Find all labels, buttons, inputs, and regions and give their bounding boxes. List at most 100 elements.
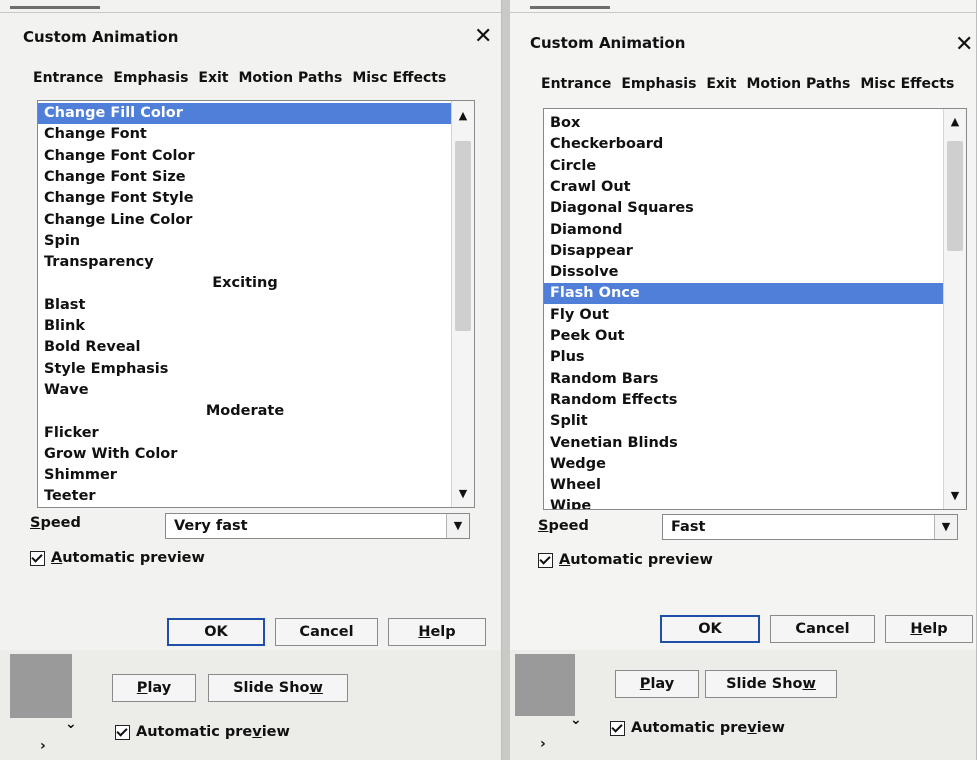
list-item[interactable]: Change Font <box>38 124 452 145</box>
list-group-header: Exciting <box>212 275 278 292</box>
automatic-preview-checkbox[interactable]: Automatic preview <box>30 550 205 566</box>
automatic-preview-checkbox[interactable]: Automatic preview <box>538 552 713 568</box>
list-item[interactable]: Blast <box>38 295 452 316</box>
custom-animation-dialog-emphasis: Custom Animation ✕ Entrance Emphasis Exi… <box>0 0 502 760</box>
list-scrollbar[interactable]: ▲ ▼ <box>943 109 966 509</box>
tab-exit[interactable]: Exit <box>703 76 739 92</box>
list-item[interactable]: Diamond <box>544 220 944 241</box>
scroll-up-icon[interactable]: ▲ <box>452 107 474 125</box>
chevron-down-icon[interactable]: ▼ <box>934 515 957 539</box>
play-button[interactable]: Play <box>112 674 196 702</box>
list-item[interactable]: Change Font Color <box>38 146 452 167</box>
ok-button[interactable]: OK <box>660 615 760 643</box>
list-item[interactable]: Flash Once <box>544 283 944 305</box>
tab-misc-effects[interactable]: Misc Effects <box>349 70 449 86</box>
scroll-thumb[interactable] <box>455 141 471 331</box>
list-item[interactable]: Disappear <box>544 241 944 262</box>
ok-button[interactable]: OK <box>167 618 265 646</box>
list-item[interactable]: Flicker <box>38 423 452 444</box>
help-button[interactable]: Help <box>885 615 973 643</box>
list-item[interactable]: Circle <box>544 156 944 177</box>
list-item[interactable]: Spin <box>38 231 452 252</box>
chevron-right-icon[interactable]: › <box>40 738 46 754</box>
list-item[interactable]: Dissolve <box>544 262 944 283</box>
checkbox-checked-icon <box>538 552 553 568</box>
list-item[interactable]: Teeter <box>38 486 452 507</box>
chevron-right-icon[interactable]: › <box>540 736 546 752</box>
tab-entrance[interactable]: Entrance <box>30 70 106 86</box>
tab-exit[interactable]: Exit <box>195 70 231 86</box>
automatic-preview-label: Automatic preview <box>51 550 205 566</box>
list-item[interactable]: Shimmer <box>38 465 452 486</box>
list-item[interactable]: Change Font Size <box>38 167 452 188</box>
list-item[interactable]: Fly Out <box>544 305 944 326</box>
list-item[interactable]: Crawl Out <box>544 177 944 198</box>
window-top-edge <box>0 0 501 13</box>
list-item[interactable]: Bold Reveal <box>38 337 452 358</box>
speed-select[interactable]: Fast ▼ <box>662 514 958 540</box>
tab-motion-paths[interactable]: Motion Paths <box>236 70 346 86</box>
list-item[interactable]: Random Bars <box>544 369 944 390</box>
top-edge-segment <box>10 6 100 9</box>
speed-select[interactable]: Very fast ▼ <box>165 513 470 539</box>
scroll-up-icon[interactable]: ▲ <box>944 113 966 131</box>
scroll-thumb[interactable] <box>947 141 963 251</box>
effect-list: Change Fill Color Change Font Change Fon… <box>38 101 452 507</box>
task-pane-area: ⌄ › Play Slide Show Automatic preview <box>510 650 976 760</box>
list-item[interactable]: Transparency <box>38 252 452 273</box>
scroll-down-icon[interactable]: ▼ <box>452 485 474 503</box>
automatic-preview-label: Automatic preview <box>136 724 290 740</box>
automatic-preview-checkbox-pane[interactable]: Automatic preview <box>115 724 290 740</box>
list-item[interactable]: Change Fill Color <box>38 103 452 124</box>
close-icon[interactable]: ✕ <box>955 34 973 56</box>
list-item[interactable]: Random Effects <box>544 390 944 411</box>
automatic-preview-label: Automatic preview <box>631 720 785 736</box>
slide-thumbnail[interactable] <box>515 654 575 716</box>
play-button[interactable]: Play <box>615 670 699 698</box>
effect-listbox[interactable]: Box Checkerboard Circle Crawl Out Diagon… <box>543 108 967 510</box>
list-item[interactable]: Blink <box>38 316 452 337</box>
list-item[interactable]: Wedge <box>544 454 944 475</box>
custom-animation-dialog-exit: Custom Animation ✕ Entrance Emphasis Exi… <box>510 0 977 760</box>
cancel-button[interactable]: Cancel <box>275 618 378 646</box>
effect-category-tabs: Entrance Emphasis Exit Motion Paths Misc… <box>538 76 961 92</box>
tab-motion-paths[interactable]: Motion Paths <box>744 76 854 92</box>
top-edge-segment <box>530 6 610 9</box>
scroll-down-icon[interactable]: ▼ <box>944 487 966 505</box>
slide-show-button[interactable]: Slide Show <box>705 670 837 698</box>
list-item[interactable]: Grow With Color <box>38 444 452 465</box>
cancel-button[interactable]: Cancel <box>770 615 875 643</box>
tab-emphasis[interactable]: Emphasis <box>110 70 191 86</box>
list-item[interactable]: Wheel <box>544 475 944 496</box>
slide-thumbnail[interactable] <box>10 654 72 718</box>
list-item[interactable]: Change Font Style <box>38 188 452 209</box>
list-scrollbar[interactable]: ▲ ▼ <box>451 101 474 507</box>
automatic-preview-checkbox-pane[interactable]: Automatic preview <box>610 720 785 736</box>
speed-label: Speed <box>538 518 589 534</box>
list-item[interactable]: Diagonal Squares <box>544 198 944 219</box>
list-item[interactable]: Venetian Blinds <box>544 433 944 454</box>
chevron-down-icon[interactable]: ▼ <box>446 514 469 538</box>
checkbox-checked-icon <box>30 550 45 566</box>
effect-list: Box Checkerboard Circle Crawl Out Diagon… <box>544 109 944 509</box>
tab-entrance[interactable]: Entrance <box>538 76 614 92</box>
list-item[interactable]: Change Line Color <box>38 210 452 231</box>
help-button[interactable]: Help <box>388 618 486 646</box>
chevron-down-icon[interactable]: ⌄ <box>570 712 582 728</box>
dialog-title: Custom Animation <box>530 34 686 52</box>
list-item[interactable]: Peek Out <box>544 326 944 347</box>
list-item[interactable]: Wave <box>38 380 452 401</box>
list-item[interactable]: Wipe <box>544 496 944 509</box>
list-item[interactable]: Box <box>544 113 944 134</box>
slide-show-button[interactable]: Slide Show <box>208 674 348 702</box>
tab-misc-effects[interactable]: Misc Effects <box>857 76 957 92</box>
list-item[interactable]: Checkerboard <box>544 134 944 155</box>
chevron-down-icon[interactable]: ⌄ <box>65 716 77 732</box>
tab-emphasis[interactable]: Emphasis <box>618 76 699 92</box>
close-icon[interactable]: ✕ <box>474 26 492 48</box>
speed-select-value: Very fast <box>174 518 248 534</box>
list-item[interactable]: Split <box>544 411 944 432</box>
effect-listbox[interactable]: Change Fill Color Change Font Change Fon… <box>37 100 475 508</box>
list-item[interactable]: Style Emphasis <box>38 359 452 380</box>
list-item[interactable]: Plus <box>544 347 944 368</box>
